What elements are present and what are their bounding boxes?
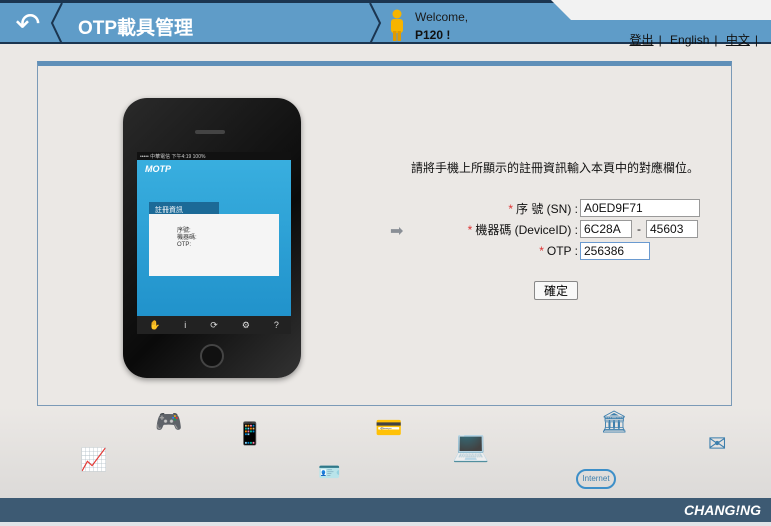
welcome-text: Welcome, bbox=[415, 10, 469, 24]
confirm-button[interactable]: 確定 bbox=[534, 281, 578, 300]
sn-input[interactable] bbox=[580, 199, 700, 217]
arrow-right-icon: ➡ bbox=[390, 223, 404, 240]
link-separator: | bbox=[754, 33, 758, 47]
user-icon bbox=[391, 9, 403, 41]
device-id-input-1[interactable] bbox=[580, 220, 632, 238]
chart-dollar-icon: 📈 bbox=[80, 447, 108, 472]
gamepad-icon: 🎮 bbox=[155, 409, 183, 434]
sn-row: * 序 號 (SN) : bbox=[478, 199, 700, 217]
header-notch bbox=[551, 0, 771, 20]
decorative-banner: 🎮 📈 📱 🪪 💳 💻 🏛 Internet ✉ bbox=[0, 407, 771, 499]
card-icon: 🪪 bbox=[318, 462, 341, 482]
card-line: 序號: bbox=[177, 228, 191, 234]
mail-icon: ✉ bbox=[708, 431, 727, 456]
bank-icon: 🏛 bbox=[600, 409, 628, 434]
back-arrow-icon[interactable]: ↶ bbox=[8, 9, 48, 41]
bottom-strip bbox=[0, 522, 771, 526]
phone-illustration: ••••• 中華電信 下午4:19 100% MOTP 註冊資訊 序號: 機器碼… bbox=[123, 98, 301, 378]
phone-status-bar: ••••• 中華電信 下午4:19 100% bbox=[137, 152, 291, 160]
token-icon: 💳 bbox=[375, 415, 403, 440]
link-separator: | bbox=[658, 33, 662, 47]
required-mark: * bbox=[508, 201, 513, 216]
page-title: OTP載具管理 bbox=[78, 18, 194, 39]
card-line: OTP: bbox=[177, 242, 192, 248]
link-separator: | bbox=[714, 33, 718, 47]
phone-home-button bbox=[200, 344, 224, 368]
header-separator bbox=[369, 3, 382, 44]
info-icon: i bbox=[184, 320, 187, 330]
sn-label: 序 號 (SN) : bbox=[516, 201, 578, 216]
otp-label: OTP : bbox=[546, 244, 578, 258]
header-separator bbox=[50, 3, 63, 44]
required-mark: * bbox=[467, 222, 473, 237]
otp-row: * OTP : bbox=[478, 242, 650, 260]
required-mark: * bbox=[539, 244, 544, 258]
gear-icon: ⚙ bbox=[241, 319, 250, 330]
help-icon: ? bbox=[273, 320, 279, 330]
footer-bar: CHANG!NG bbox=[0, 498, 771, 522]
phone-screen: ••••• 中華電信 下午4:19 100% MOTP 註冊資訊 序號: 機器碼… bbox=[137, 152, 291, 334]
device-id-dash: - bbox=[637, 222, 641, 236]
device-id-row: *機器碼 (DeviceID) : - bbox=[438, 220, 698, 238]
device-id-input-2[interactable] bbox=[646, 220, 698, 238]
laptop-icon: 💻 bbox=[452, 430, 490, 463]
motp-logo: MOTP bbox=[145, 164, 171, 174]
internet-cloud-icon: Internet bbox=[576, 469, 616, 489]
phone-reg-card: 序號: 機器碼: OTP: bbox=[149, 214, 279, 276]
header-bar: ↶ OTP載具管理 Welcome, P120 ! 登出 | English | 中… bbox=[0, 0, 771, 47]
phone-speaker bbox=[195, 130, 225, 134]
otp-input[interactable] bbox=[580, 242, 650, 260]
phone-tab-bar: ✋ i ⟳ ⚙ ? bbox=[137, 316, 291, 334]
device-id-label: 機器碼 (DeviceID) : bbox=[475, 222, 578, 237]
otp-registration-panel: ••••• 中華電信 下午4:19 100% MOTP 註冊資訊 序號: 機器碼… bbox=[37, 61, 732, 406]
changing-logo: CHANG!NG bbox=[684, 502, 761, 518]
logout-link[interactable]: 登出 bbox=[630, 33, 654, 47]
instruction-text: 請將手機上所顯示的註冊資訊輸入本頁中的對應欄位。 bbox=[410, 161, 699, 175]
username: P120 ! bbox=[415, 28, 451, 42]
chinese-link[interactable]: 中文 bbox=[726, 33, 750, 47]
card-line: 機器碼: bbox=[177, 235, 197, 241]
mobile-icon: 📱 bbox=[236, 421, 264, 446]
sync-icon: ⟳ bbox=[210, 319, 218, 330]
header-links: 登出 | English | 中文 | bbox=[630, 31, 763, 48]
english-link[interactable]: English bbox=[670, 33, 709, 47]
hand-icon: ✋ bbox=[149, 319, 161, 330]
